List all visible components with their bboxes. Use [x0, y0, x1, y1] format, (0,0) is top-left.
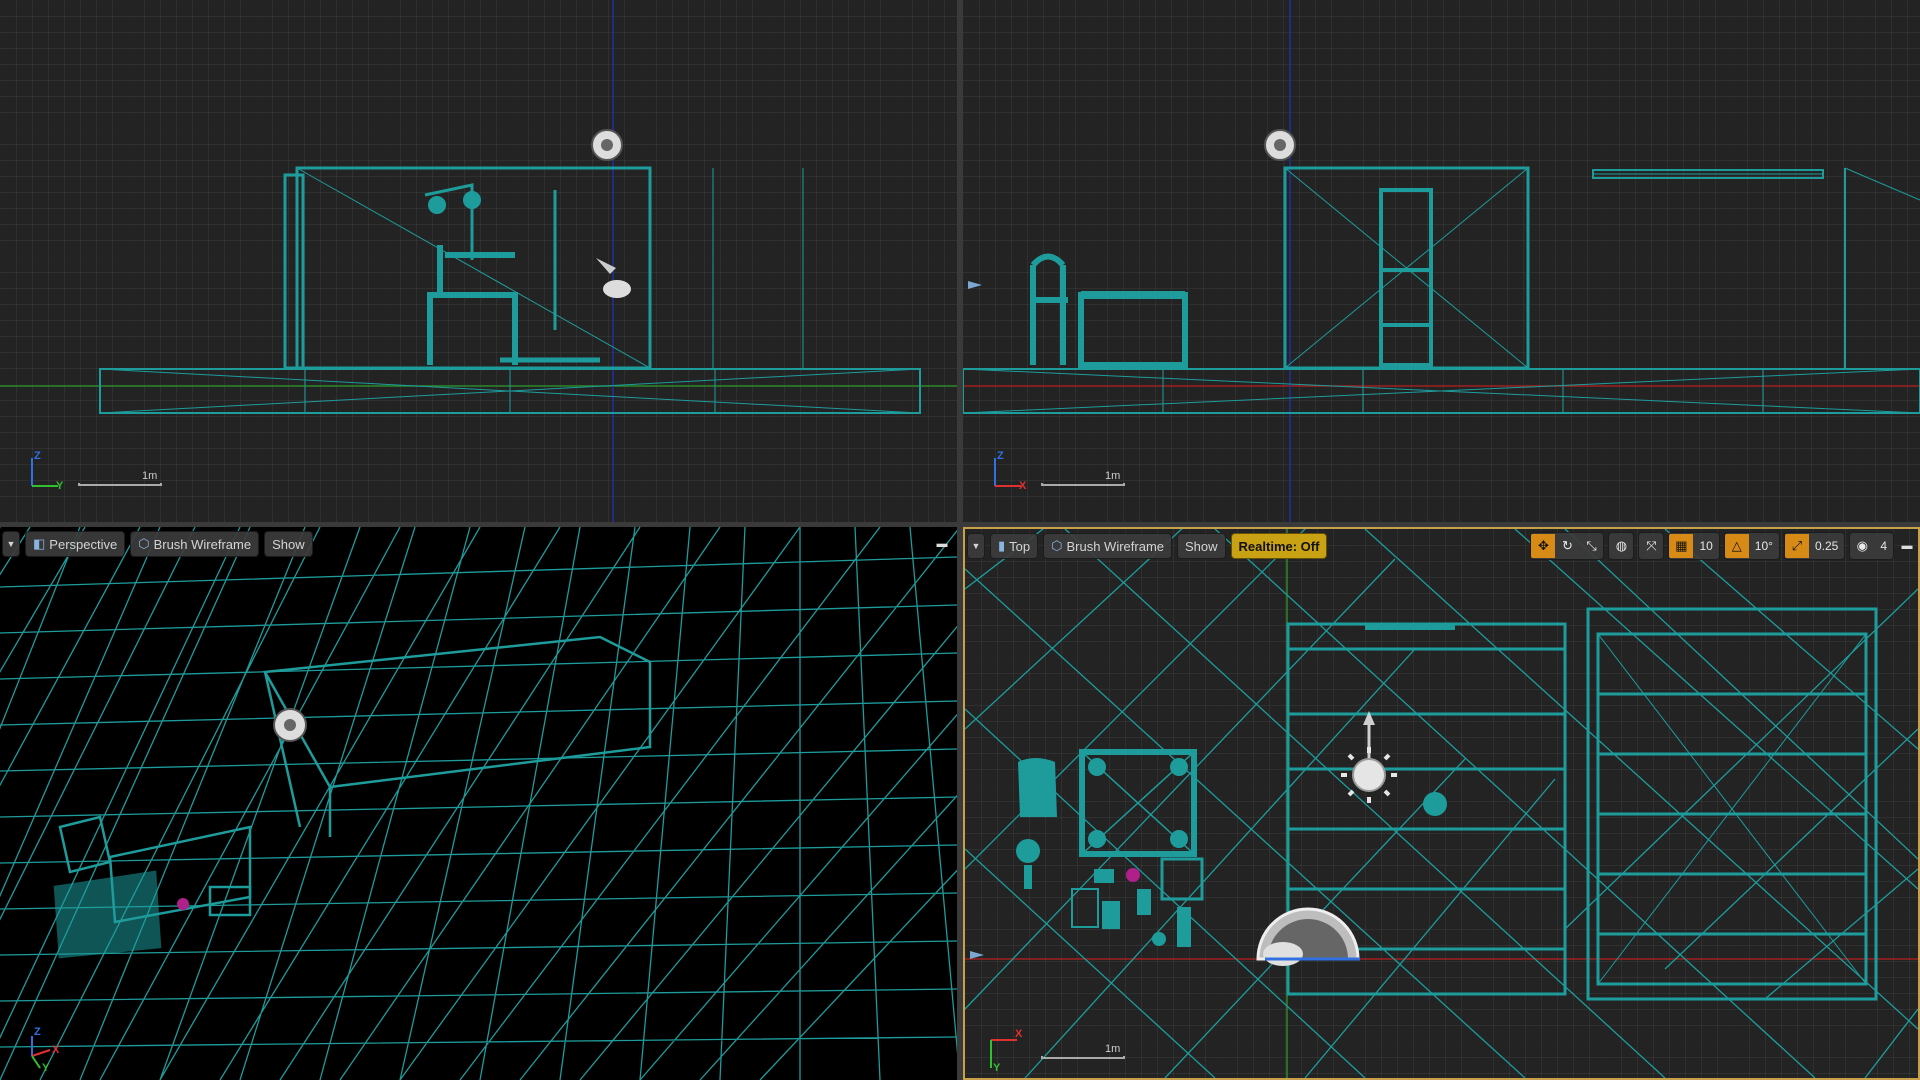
top-toolbar: ▼ ▮ Top ⬡ Brush Wireframe Show Realtime:… [967, 531, 1916, 561]
axis-label-up: Z [34, 450, 41, 462]
axis-label-right: X [1015, 1028, 1023, 1040]
scale-bar [78, 483, 162, 486]
viewport-options-dropdown[interactable]: ▼ [967, 533, 985, 559]
scale-bar [1041, 483, 1125, 486]
show-label: Show [272, 536, 305, 552]
perspective-scene-wireframe [0, 527, 957, 1080]
show-flags-button[interactable]: Show [1177, 533, 1226, 559]
wireframe-cube-icon: ⬡ [138, 536, 150, 551]
side-axis-gizmo: Z Y [24, 450, 64, 492]
realtime-toggle-button[interactable]: Realtime: Off [1230, 533, 1328, 559]
axis-label-right: X [1019, 480, 1027, 492]
realtime-label: Realtime: Off [1238, 538, 1320, 554]
axis-label-up: Z [34, 1026, 41, 1038]
top-axis-gizmo: X Y [985, 1028, 1025, 1074]
render-mode-button[interactable]: ⬡ Brush Wireframe [130, 531, 260, 557]
render-mode-label: Brush Wireframe [153, 536, 252, 552]
view-mode-button[interactable]: ▮ Top [990, 533, 1039, 559]
axis-label-right: X [52, 1044, 60, 1056]
scale-bar [1041, 1056, 1125, 1059]
front-axis-gizmo: Z X [987, 450, 1027, 492]
wireframe-cube-icon: ⬡ [1051, 538, 1063, 553]
show-label: Show [1185, 538, 1218, 554]
axis-label-down: Y [993, 1062, 1001, 1074]
show-flags-button[interactable]: Show [264, 531, 313, 557]
front-scene-wireframe [963, 0, 1920, 522]
viewport-perspective[interactable]: ▼ ◧ Perspective ⬡ Brush Wireframe Show ▬… [0, 527, 957, 1080]
viewport-options-dropdown[interactable]: ▼ [2, 531, 20, 557]
view-mode-label: Top [1009, 538, 1031, 554]
viewport-top[interactable]: ▼ ▮ Top ⬡ Brush Wireframe Show Realtime:… [963, 527, 1920, 1080]
axis-label-left: Y [42, 1062, 50, 1074]
scale-label: 1m [142, 470, 158, 482]
perspective-axis-gizmo: Z X Y [24, 1026, 64, 1074]
chevron-down-icon: ▼ [6, 539, 16, 549]
perspective-cube-icon: ◧ [33, 536, 46, 551]
camera-top-icon: ▮ [998, 538, 1006, 553]
render-mode-button[interactable]: ⬡ Brush Wireframe [1043, 533, 1173, 559]
top-scene-wireframe [965, 529, 1918, 1078]
perspective-toolbar: ▼ ◧ Perspective ⬡ Brush Wireframe Show [2, 529, 955, 559]
view-mode-button[interactable]: ◧ Perspective [25, 531, 126, 557]
perspective-mesh-lines [0, 527, 957, 1080]
chevron-down-icon: ▼ [971, 541, 981, 551]
viewport-front[interactable]: Z X 1m [963, 0, 1920, 522]
viewport-side[interactable]: Z Y 1m [0, 0, 957, 522]
view-mode-label: Perspective [49, 536, 118, 552]
axis-label-up: Z [997, 450, 1004, 462]
axis-label-right: Y [56, 480, 64, 492]
scale-label: 1m [1105, 1043, 1121, 1055]
scale-label: 1m [1105, 470, 1121, 482]
side-scene-wireframe [0, 0, 957, 522]
render-mode-label: Brush Wireframe [1066, 538, 1165, 554]
